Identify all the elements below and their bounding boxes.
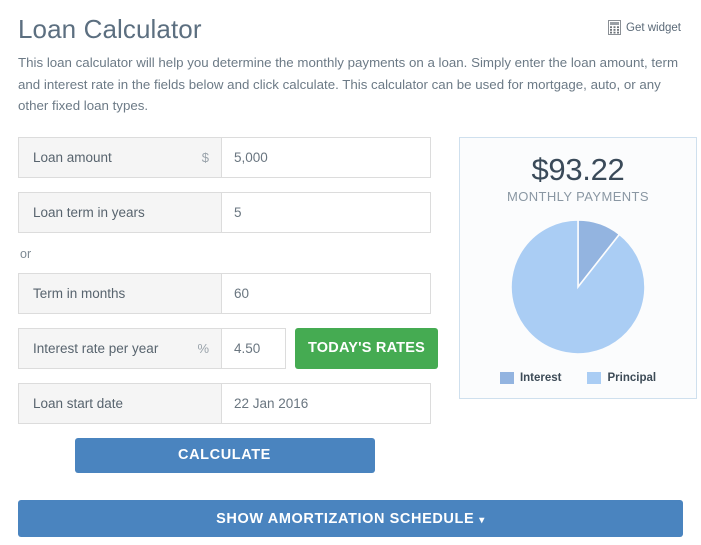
loan-amount-input[interactable] <box>222 137 430 177</box>
term-months-label: Term in months <box>33 285 126 301</box>
term-months-input[interactable] <box>222 273 430 313</box>
content-area: Loan amount $ Loan term in years or <box>18 136 697 473</box>
get-widget-label: Get widget <box>626 21 681 34</box>
todays-rates-button[interactable]: TODAY'S RATES <box>295 327 438 369</box>
pie-slice <box>510 218 646 355</box>
legend-swatch-interest <box>499 371 514 384</box>
term-months-label-box: Term in months <box>19 273 222 313</box>
term-months-row: Term in months <box>18 272 431 314</box>
loan-term-years-input[interactable] <box>222 192 430 232</box>
loan-term-years-row: Loan term in years <box>18 191 431 233</box>
amortization-button-label: SHOW AMORTIZATION SCHEDULE <box>216 510 475 527</box>
chevron-down-icon: ▾ <box>479 514 485 526</box>
interest-rate-field[interactable]: Interest rate per year % <box>18 327 286 369</box>
result-column: $93.22 MONTHLY PAYMENTS Interest Princip… <box>459 136 697 399</box>
interest-rate-label: Interest rate per year <box>33 340 159 356</box>
loan-amount-label: Loan amount <box>33 149 112 165</box>
dollar-sign-icon: $ <box>201 149 209 165</box>
legend-swatch-principal <box>587 371 602 384</box>
loan-term-years-field[interactable]: Loan term in years <box>18 191 431 233</box>
calculate-button[interactable]: CALCULATE <box>74 437 375 473</box>
interest-rate-input[interactable] <box>222 328 285 368</box>
chart-legend: Interest Principal <box>470 371 686 384</box>
loan-start-date-input[interactable] <box>222 383 430 423</box>
loan-amount-field[interactable]: Loan amount $ <box>18 136 431 178</box>
monthly-payment-amount: $93.22 <box>531 151 625 187</box>
pie-chart <box>470 218 686 356</box>
interest-rate-label-box: Interest rate per year % <box>19 328 222 368</box>
legend-item-interest: Interest <box>499 371 562 384</box>
get-widget-link[interactable]: Get widget <box>608 20 681 35</box>
loan-amount-label-box: Loan amount $ <box>19 137 222 177</box>
percent-sign-icon: % <box>197 340 209 356</box>
legend-label-principal: Principal <box>607 371 657 384</box>
loan-calculator-page: Loan Calculator Get widget This loan cal… <box>0 0 701 545</box>
page-description: This loan calculator will help you deter… <box>18 55 679 113</box>
loan-term-years-label-box: Loan term in years <box>19 192 222 232</box>
monthly-payment-caption: MONTHLY PAYMENTS <box>507 188 649 204</box>
loan-start-date-label: Loan start date <box>33 395 124 411</box>
loan-start-date-field[interactable]: Loan start date <box>18 382 431 424</box>
result-panel: $93.22 MONTHLY PAYMENTS Interest Princip… <box>459 136 697 399</box>
legend-item-principal: Principal <box>587 371 657 384</box>
loan-start-date-label-box: Loan start date <box>19 383 222 423</box>
header: Loan Calculator Get widget This loan cal… <box>18 0 683 117</box>
calculator-icon <box>608 20 622 35</box>
term-months-field[interactable]: Term in months <box>18 272 431 314</box>
page-title: Loan Calculator <box>18 14 202 44</box>
or-separator: or <box>20 246 32 261</box>
legend-label-interest: Interest <box>519 371 562 384</box>
loan-amount-row: Loan amount $ <box>18 136 431 178</box>
form-column: Loan amount $ Loan term in years or <box>18 136 438 473</box>
loan-term-years-label: Loan term in years <box>33 204 145 220</box>
interest-rate-row: Interest rate per year % TODAY'S RATES <box>18 327 438 369</box>
show-amortization-schedule-button[interactable]: SHOW AMORTIZATION SCHEDULE ▾ <box>18 500 683 537</box>
loan-start-date-row: Loan start date <box>18 382 431 424</box>
